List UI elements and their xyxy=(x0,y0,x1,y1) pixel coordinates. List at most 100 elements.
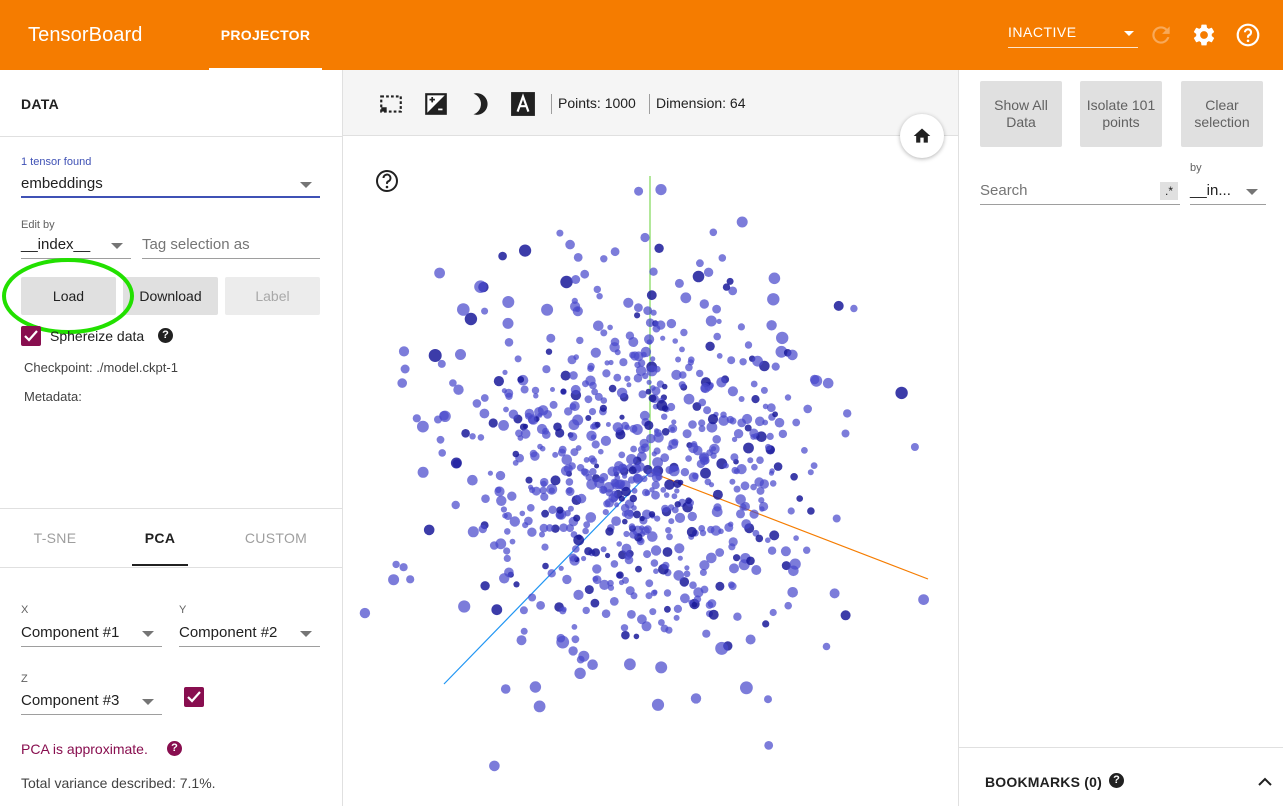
data-point[interactable] xyxy=(491,604,503,616)
data-point[interactable] xyxy=(641,621,652,632)
data-point[interactable] xyxy=(776,331,789,345)
data-point[interactable] xyxy=(504,528,511,535)
data-point[interactable] xyxy=(638,390,647,399)
data-point[interactable] xyxy=(558,565,564,571)
data-point[interactable] xyxy=(517,376,525,383)
show-all-data-button[interactable]: Show All Data xyxy=(980,81,1062,147)
data-point[interactable] xyxy=(589,381,597,390)
data-point[interactable] xyxy=(645,579,654,588)
data-point[interactable] xyxy=(705,315,717,327)
data-point[interactable] xyxy=(635,462,645,472)
data-point[interactable] xyxy=(514,355,522,363)
data-point[interactable] xyxy=(609,597,619,606)
data-point[interactable] xyxy=(626,382,632,388)
data-point[interactable] xyxy=(656,400,668,411)
data-point[interactable] xyxy=(556,633,566,643)
data-point[interactable] xyxy=(671,493,678,500)
tab-custom[interactable]: CUSTOM xyxy=(220,510,332,566)
data-point[interactable] xyxy=(708,482,715,488)
data-point[interactable] xyxy=(593,285,601,294)
data-point[interactable] xyxy=(611,516,621,526)
data-point[interactable] xyxy=(769,608,777,617)
data-point[interactable] xyxy=(503,406,509,413)
data-point[interactable] xyxy=(679,346,685,353)
data-point[interactable] xyxy=(677,555,683,561)
data-point[interactable] xyxy=(584,395,593,404)
data-point[interactable] xyxy=(715,548,725,557)
tensor-select[interactable]: embeddings xyxy=(21,170,320,198)
data-point[interactable] xyxy=(515,429,523,438)
data-point[interactable] xyxy=(680,468,690,477)
data-point[interactable] xyxy=(643,550,652,559)
label-button[interactable]: Label xyxy=(225,277,320,315)
data-point[interactable] xyxy=(692,472,699,480)
data-point[interactable] xyxy=(590,423,596,430)
data-point[interactable] xyxy=(654,429,662,437)
data-point[interactable] xyxy=(737,323,745,331)
data-point[interactable] xyxy=(736,509,745,519)
data-point[interactable] xyxy=(803,546,811,554)
data-point[interactable] xyxy=(713,332,721,341)
data-point[interactable] xyxy=(750,380,758,388)
data-point[interactable] xyxy=(699,569,707,576)
data-point[interactable] xyxy=(674,278,684,288)
data-point[interactable] xyxy=(504,567,514,578)
data-point[interactable] xyxy=(578,650,590,662)
data-point[interactable] xyxy=(587,365,594,372)
data-point[interactable] xyxy=(774,417,785,428)
data-point[interactable] xyxy=(496,495,507,506)
data-point[interactable] xyxy=(722,283,731,291)
data-point[interactable] xyxy=(671,419,677,425)
data-point[interactable] xyxy=(583,521,591,529)
data-point[interactable] xyxy=(767,293,780,306)
data-point[interactable] xyxy=(662,547,673,557)
data-point[interactable] xyxy=(666,318,677,329)
data-point[interactable] xyxy=(621,486,631,497)
data-point[interactable] xyxy=(622,576,629,584)
data-point[interactable] xyxy=(772,411,778,418)
data-point[interactable] xyxy=(607,466,618,477)
data-point[interactable] xyxy=(624,424,631,431)
data-point[interactable] xyxy=(716,353,723,359)
data-point[interactable] xyxy=(540,492,549,501)
data-point[interactable] xyxy=(895,386,908,400)
data-point[interactable] xyxy=(762,419,769,426)
data-point[interactable] xyxy=(673,604,682,613)
data-point[interactable] xyxy=(569,371,578,380)
data-point[interactable] xyxy=(716,377,727,388)
data-point[interactable] xyxy=(698,525,706,532)
data-point[interactable] xyxy=(560,388,567,395)
data-point[interactable] xyxy=(801,447,808,454)
data-point[interactable] xyxy=(607,579,614,587)
data-point[interactable] xyxy=(502,369,508,375)
data-point[interactable] xyxy=(627,610,636,619)
data-point[interactable] xyxy=(651,698,665,711)
data-point[interactable] xyxy=(564,407,573,416)
data-point[interactable] xyxy=(527,504,535,512)
search-by-select[interactable]: __in... xyxy=(1190,177,1266,205)
search-input[interactable]: Search .* xyxy=(980,177,1180,205)
data-point[interactable] xyxy=(678,381,686,389)
data-point[interactable] xyxy=(480,581,490,591)
data-point[interactable] xyxy=(568,646,578,656)
data-point[interactable] xyxy=(519,244,532,257)
data-point[interactable] xyxy=(644,420,654,430)
data-point[interactable] xyxy=(630,445,637,453)
data-point[interactable] xyxy=(520,627,528,635)
data-point[interactable] xyxy=(698,419,706,427)
data-point[interactable] xyxy=(685,497,692,505)
data-point[interactable] xyxy=(671,369,682,380)
data-point[interactable] xyxy=(646,379,652,385)
data-point[interactable] xyxy=(687,511,697,522)
data-point[interactable] xyxy=(560,465,571,476)
data-point[interactable] xyxy=(417,420,429,433)
pca-x-select[interactable]: Component #1 xyxy=(21,619,162,647)
data-point[interactable] xyxy=(621,543,632,554)
data-point[interactable] xyxy=(745,634,756,645)
data-point[interactable] xyxy=(599,404,607,412)
data-point[interactable] xyxy=(664,479,675,490)
data-point[interactable] xyxy=(769,530,780,541)
data-point[interactable] xyxy=(489,760,500,772)
data-point[interactable] xyxy=(555,428,565,438)
data-point[interactable] xyxy=(696,369,704,378)
